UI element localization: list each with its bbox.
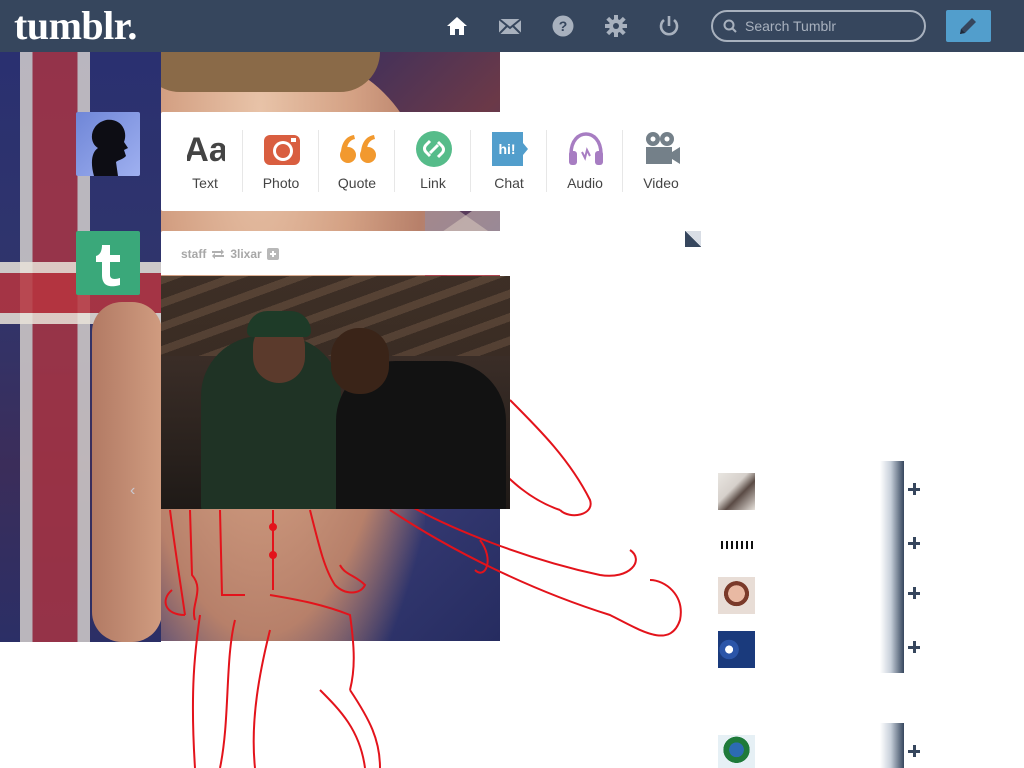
blog-avatar[interactable]: [718, 577, 755, 614]
recommended-blog[interactable]: [718, 565, 920, 619]
staff-avatar[interactable]: [76, 231, 140, 295]
post-type-audio[interactable]: Audio: [547, 112, 623, 211]
user-avatar[interactable]: [76, 112, 140, 176]
post-type-menu: Aa Text Photo Quote Link hi! Chat Audio …: [161, 112, 701, 211]
reblog-source-link[interactable]: 3lixar: [230, 247, 261, 261]
post-type-label: Audio: [567, 175, 603, 191]
recommended-blog[interactable]: [718, 515, 920, 569]
home-icon[interactable]: [445, 14, 469, 38]
chevron-left-icon: ‹: [130, 482, 136, 499]
text-icon: Aa: [187, 131, 225, 168]
headphones-icon: [569, 132, 603, 165]
help-icon[interactable]: ?: [551, 14, 575, 38]
chat-icon: hi!: [492, 132, 528, 166]
follow-plus-icon[interactable]: [908, 641, 920, 653]
video-camera-icon: [646, 132, 680, 164]
tumblr-logo[interactable]: tumblr.: [14, 4, 137, 48]
quote-icon: [340, 135, 376, 163]
post-type-label: Quote: [337, 175, 377, 191]
mail-icon[interactable]: [498, 14, 522, 38]
svg-text:Aa: Aa: [187, 131, 225, 168]
top-navigation-bar: tumblr. ?: [0, 0, 1024, 52]
blog-avatar[interactable]: [718, 631, 755, 668]
recommended-blog[interactable]: [718, 461, 920, 515]
post-fold-corner[interactable]: [685, 231, 701, 247]
post-type-label: Video: [643, 175, 679, 191]
blog-avatar[interactable]: [718, 735, 755, 768]
compose-button[interactable]: [946, 10, 991, 42]
post-type-label: Chat: [494, 175, 524, 191]
follow-plus-icon[interactable]: [266, 248, 279, 260]
post-type-video[interactable]: Video: [623, 112, 699, 211]
recommended-blog[interactable]: [718, 723, 920, 768]
follow-plus-icon[interactable]: [908, 537, 920, 549]
search-icon: [723, 19, 737, 33]
svg-text:hi!: hi!: [498, 141, 515, 157]
post-type-quote[interactable]: Quote: [319, 112, 395, 211]
post-type-photo[interactable]: Photo: [243, 112, 319, 211]
reblog-icon: [212, 249, 225, 259]
search-input[interactable]: [745, 17, 915, 35]
pencil-icon: [960, 18, 976, 34]
blog-avatar[interactable]: [718, 473, 755, 510]
follow-plus-icon[interactable]: [908, 745, 920, 757]
post-type-text[interactable]: Aa Text: [167, 112, 243, 211]
follow-plus-icon[interactable]: [908, 587, 920, 599]
post-header: staff 3lixar: [181, 247, 279, 261]
recommended-blog[interactable]: [718, 619, 920, 673]
camera-icon: [264, 135, 300, 165]
post-type-label: Link: [420, 175, 446, 191]
svg-text:?: ?: [559, 18, 568, 34]
follow-plus-icon[interactable]: [908, 483, 920, 495]
post-photo[interactable]: [161, 276, 510, 509]
dashboard-post: staff 3lixar: [161, 231, 701, 275]
link-icon: [416, 131, 452, 167]
post-type-label: Text: [192, 175, 218, 191]
blog-avatar[interactable]: [718, 527, 755, 564]
post-type-chat[interactable]: hi! Chat: [471, 112, 547, 211]
gear-icon[interactable]: [604, 14, 628, 38]
post-type-link[interactable]: Link: [395, 112, 471, 211]
post-author-link[interactable]: staff: [181, 247, 206, 261]
power-icon[interactable]: [657, 14, 681, 38]
search-box[interactable]: [711, 10, 926, 42]
post-type-label: Photo: [262, 175, 300, 191]
